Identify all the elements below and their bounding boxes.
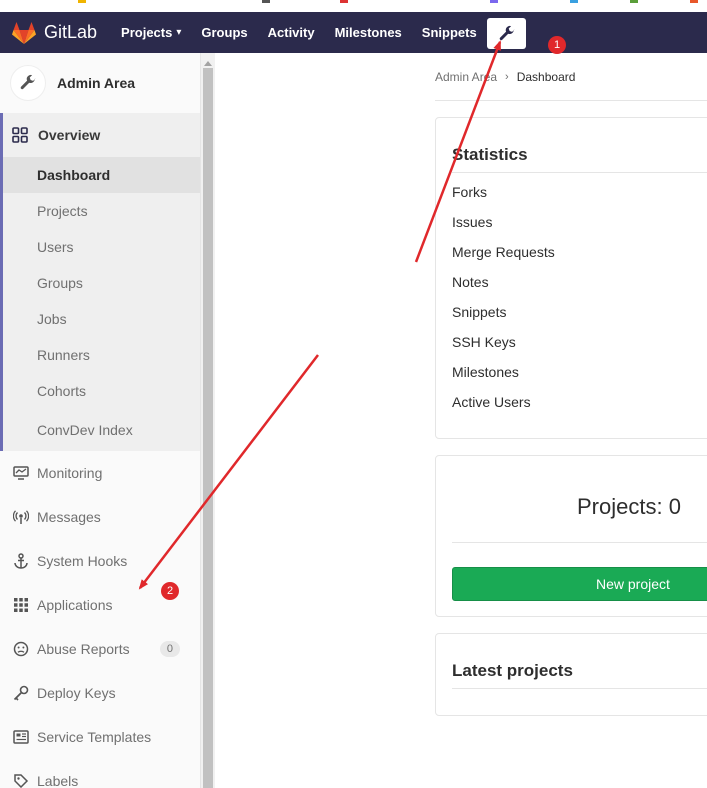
latest-projects-card: Latest projects bbox=[435, 633, 707, 716]
applications-label: Applications bbox=[37, 597, 113, 613]
nav-milestones[interactable]: Milestones bbox=[335, 22, 402, 44]
main-content: Admin Area › Dashboard Statistics Forks … bbox=[215, 53, 707, 788]
scroll-up-arrow-icon[interactable] bbox=[203, 56, 213, 66]
wrench-icon bbox=[20, 74, 36, 90]
breadcrumb-current[interactable]: Dashboard bbox=[517, 70, 576, 84]
sidebar-item-dashboard[interactable]: Dashboard bbox=[3, 157, 200, 193]
sidebar-title: Admin Area bbox=[57, 75, 136, 91]
latest-projects-divider bbox=[452, 688, 707, 689]
latest-projects-title: Latest projects bbox=[452, 661, 573, 680]
stat-forks: Forks bbox=[452, 184, 487, 200]
overview-label: Overview bbox=[38, 127, 101, 143]
statistics-list: Forks Issues Merge Requests Notes Snippe… bbox=[452, 184, 555, 424]
annotation-badge-2: 2 bbox=[161, 582, 179, 600]
breadcrumb-divider bbox=[435, 100, 707, 101]
top-navbar: GitLab Projects ▾ Groups Activity Milesto… bbox=[0, 12, 707, 53]
key-icon bbox=[12, 685, 30, 701]
label-icon bbox=[12, 773, 30, 788]
nav-groups[interactable]: Groups bbox=[201, 22, 247, 44]
nav-snippets[interactable]: Snippets bbox=[422, 22, 477, 44]
chevron-down-icon: ▾ bbox=[176, 27, 182, 38]
sidebar-item-projects[interactable]: Projects bbox=[3, 193, 200, 229]
stat-merge-requests: Merge Requests bbox=[452, 244, 555, 260]
system-hooks-label: System Hooks bbox=[37, 553, 128, 569]
anchor-icon bbox=[12, 553, 30, 569]
annotation-badge-1: 1 bbox=[548, 36, 566, 54]
stat-ssh-keys: SSH Keys bbox=[452, 334, 516, 350]
abuse-reports-count-badge: 0 bbox=[159, 641, 180, 657]
sidebar-header[interactable]: Admin Area bbox=[0, 53, 200, 113]
gitlab-fox-icon bbox=[12, 21, 36, 44]
service-templates-label: Service Templates bbox=[37, 729, 152, 745]
sidebar-item-cohorts[interactable]: Cohorts bbox=[3, 373, 200, 409]
labels-label: Labels bbox=[37, 773, 79, 788]
statistics-card: Statistics Forks Issues Merge Requests N… bbox=[435, 117, 707, 439]
statistics-title: Statistics bbox=[452, 145, 528, 164]
sidebar-item-runners[interactable]: Runners bbox=[3, 337, 200, 373]
grid-icon bbox=[12, 597, 30, 613]
nav-activity[interactable]: Activity bbox=[268, 22, 315, 44]
chevron-right-icon: › bbox=[505, 71, 509, 83]
abuse-reports-label: Abuse Reports bbox=[37, 641, 130, 657]
projects-count: Projects: 0 bbox=[577, 494, 681, 519]
breadcrumb: Admin Area › Dashboard bbox=[435, 70, 575, 84]
stat-issues: Issues bbox=[452, 214, 493, 230]
sidebar-item-deploy-keys[interactable]: Deploy Keys bbox=[0, 671, 200, 715]
nav-projects-label: Projects bbox=[121, 25, 173, 40]
brand-name: GitLab bbox=[44, 22, 98, 42]
gitlab-logo[interactable]: GitLab bbox=[12, 21, 98, 44]
wrench-icon bbox=[499, 25, 514, 40]
sidebar-item-monitoring[interactable]: Monitoring bbox=[0, 451, 200, 495]
stat-milestones: Milestones bbox=[452, 364, 519, 380]
admin-avatar bbox=[10, 65, 46, 101]
sidebar-item-system-hooks[interactable]: System Hooks bbox=[0, 539, 200, 583]
sidebar-item-abuse-reports[interactable]: Abuse Reports 0 bbox=[0, 627, 200, 671]
projects-divider bbox=[452, 542, 707, 543]
deploy-keys-label: Deploy Keys bbox=[37, 685, 116, 701]
projects-card: Projects: 0 New project bbox=[435, 455, 707, 617]
nav-projects[interactable]: Projects ▾ bbox=[121, 22, 181, 44]
face-icon bbox=[12, 641, 30, 657]
new-project-button[interactable]: New project bbox=[452, 567, 707, 601]
sidebar-overview-section: Overview Dashboard Projects Users Groups… bbox=[0, 113, 200, 451]
browser-bookmark-strip bbox=[0, 0, 707, 12]
broadcast-icon bbox=[12, 510, 30, 524]
admin-sidebar: Admin Area Overview Dashboard Projects U… bbox=[0, 53, 201, 788]
admin-area-button[interactable] bbox=[487, 18, 526, 49]
sidebar-item-jobs[interactable]: Jobs bbox=[3, 301, 200, 337]
sidebar-item-users[interactable]: Users bbox=[3, 229, 200, 265]
sidebar-item-messages[interactable]: Messages bbox=[0, 495, 200, 539]
overview-grid-icon bbox=[12, 127, 30, 143]
statistics-divider bbox=[452, 172, 707, 173]
stat-active-users: Active Users bbox=[452, 394, 531, 410]
sidebar-item-convdev-index[interactable]: ConvDev Index bbox=[3, 409, 200, 451]
stat-notes: Notes bbox=[452, 274, 489, 290]
sidebar-item-labels[interactable]: Labels bbox=[0, 759, 200, 788]
monitor-icon bbox=[12, 466, 30, 480]
sidebar-item-groups[interactable]: Groups bbox=[3, 265, 200, 301]
sidebar-item-overview[interactable]: Overview bbox=[3, 113, 200, 157]
monitoring-label: Monitoring bbox=[37, 465, 103, 481]
stat-snippets: Snippets bbox=[452, 304, 507, 320]
breadcrumb-admin-area[interactable]: Admin Area bbox=[435, 70, 497, 84]
messages-label: Messages bbox=[37, 509, 101, 525]
template-icon bbox=[12, 730, 30, 744]
sidebar-scrollbar-thumb[interactable] bbox=[203, 68, 213, 788]
sidebar-item-service-templates[interactable]: Service Templates bbox=[0, 715, 200, 759]
